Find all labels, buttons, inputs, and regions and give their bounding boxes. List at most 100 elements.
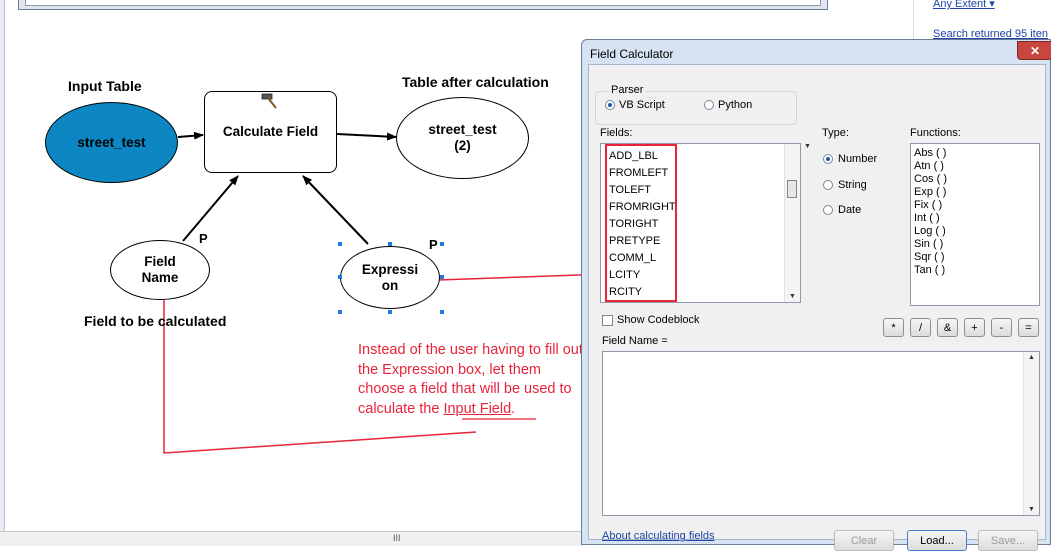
expression-label: Field Name = [602, 335, 668, 347]
search-results-panel: Any Extent ▾ Search returned 95 iten [913, 0, 1051, 40]
node-street-test-input[interactable]: street_test [45, 102, 178, 183]
fields-dropdown-icon[interactable]: ▼ [804, 143, 811, 150]
selection-handle[interactable] [388, 242, 392, 246]
radio-selected-icon[interactable] [605, 100, 615, 110]
type-option-string[interactable]: String [823, 179, 867, 191]
type-option-label: Date [838, 204, 862, 216]
node-street-test-label: street_test [77, 134, 146, 150]
functions-listbox[interactable]: Abs ( ) Atn ( ) Cos ( ) Exp ( ) Fix ( ) … [910, 143, 1040, 306]
node-expression[interactable]: Expressi on [340, 246, 440, 309]
functions-label: Functions: [910, 127, 961, 139]
horizontal-scrollbar[interactable] [0, 531, 582, 546]
label-field-to-calc: Field to be calculated [84, 313, 227, 329]
operator-minus-button[interactable]: - [991, 318, 1012, 337]
scrollbar-thumb[interactable] [787, 180, 797, 198]
load-button[interactable]: Load... [907, 530, 967, 551]
connector-input-to-tool [177, 131, 204, 140]
scroll-up-icon[interactable]: ▲ [1024, 354, 1039, 361]
parser-option-python[interactable]: Python [704, 99, 752, 111]
operator-buttons: * / & + - = [883, 318, 1039, 337]
scrollbar-grip[interactable]: III [393, 533, 401, 543]
function-item[interactable]: Sqr ( ) [914, 251, 947, 264]
expression-scrollbar[interactable]: ▲ ▼ [1023, 352, 1039, 515]
label-table-after: Table after calculation [402, 74, 549, 90]
node-field-name[interactable]: Field Name [110, 240, 210, 300]
type-option-label: String [838, 179, 867, 191]
field-calculator-dialog: Field Calculator ✕ Parser VB Script Pyth… [581, 39, 1051, 551]
node-expression-line1: Expressi [361, 261, 419, 277]
node-output-line1: street_test [428, 122, 497, 137]
operator-plus-button[interactable]: + [964, 318, 985, 337]
param-marker-expression: P [429, 237, 438, 252]
function-item[interactable]: Cos ( ) [914, 173, 947, 186]
close-button[interactable]: ✕ [1017, 41, 1051, 60]
annotation-input-field: Input Field [443, 400, 512, 417]
connector-expression-to-tool [302, 175, 369, 245]
connector-tool-to-output [336, 132, 397, 141]
show-codeblock-checkbox[interactable]: Show Codeblock [602, 314, 700, 326]
dialog-title: Field Calculator [590, 47, 674, 61]
radio-icon[interactable] [823, 180, 833, 190]
annotation-line-expression [437, 274, 582, 281]
show-codeblock-label: Show Codeblock [617, 314, 700, 326]
type-option-date[interactable]: Date [823, 204, 861, 216]
operator-multiply-button[interactable]: * [883, 318, 904, 337]
operator-equals-button[interactable]: = [1018, 318, 1039, 337]
type-label: Type: [822, 127, 849, 139]
function-item[interactable]: Log ( ) [914, 225, 947, 238]
selection-handle[interactable] [338, 310, 342, 314]
radio-icon[interactable] [823, 205, 833, 215]
node-output-line2: (2) [454, 138, 471, 153]
function-item[interactable]: Atn ( ) [914, 160, 947, 173]
annotation-period: . [511, 400, 516, 417]
connector-fieldname-to-tool [182, 175, 239, 242]
selection-handle[interactable] [440, 242, 444, 246]
parser-option-vbscript[interactable]: VB Script [605, 99, 665, 111]
parser-label: Parser [609, 84, 646, 96]
param-marker-fieldname: P [199, 231, 208, 246]
node-calculate-field-label: Calculate Field [222, 124, 319, 139]
radio-selected-icon[interactable] [823, 154, 833, 164]
dialog-body: Parser VB Script Python Fields: ADD_LBL … [588, 64, 1046, 551]
selection-handle[interactable] [338, 275, 342, 279]
scroll-down-icon[interactable]: ▼ [785, 293, 800, 300]
operator-concat-button[interactable]: & [937, 318, 958, 337]
scroll-down-icon[interactable]: ▼ [1024, 506, 1039, 513]
annotation-note: Instead of the user having to fill out t… [358, 341, 588, 419]
extent-label: Any Extent [933, 0, 987, 10]
fields-highlight-box [605, 144, 677, 302]
fields-scrollbar[interactable]: ▼ [784, 144, 800, 302]
expression-textarea[interactable]: ▲ ▼ [602, 351, 1040, 516]
node-field-name-line2: Name [141, 270, 179, 285]
selection-handle[interactable] [440, 275, 444, 279]
selection-handle[interactable] [440, 310, 444, 314]
radio-icon[interactable] [704, 100, 714, 110]
close-icon: ✕ [1029, 43, 1041, 58]
hammer-icon [261, 93, 277, 109]
label-input-table: Input Table [68, 78, 142, 94]
function-item[interactable]: Abs ( ) [914, 147, 947, 160]
node-expression-line2: on [381, 277, 399, 293]
type-option-number[interactable]: Number [823, 153, 877, 165]
selection-handle[interactable] [388, 310, 392, 314]
extent-dropdown-link[interactable]: Any Extent ▾ [933, 0, 995, 10]
function-item[interactable]: Sin ( ) [914, 238, 947, 251]
save-button[interactable]: Save... [978, 530, 1038, 551]
about-calculating-fields-link[interactable]: About calculating fields [602, 530, 715, 542]
fields-label: Fields: [600, 127, 633, 139]
type-option-label: Number [838, 153, 878, 165]
function-item[interactable]: Int ( ) [914, 212, 947, 225]
clear-button[interactable]: Clear [834, 530, 894, 551]
dropdown-arrow-icon: ▾ [986, 0, 995, 10]
function-item[interactable]: Tan ( ) [914, 264, 947, 277]
function-item[interactable]: Fix ( ) [914, 199, 947, 212]
checkbox-icon[interactable] [602, 314, 613, 326]
parser-option-label: Python [718, 99, 753, 111]
node-street-test-output[interactable]: street_test (2) [396, 97, 529, 179]
selection-handle[interactable] [338, 242, 342, 246]
parser-option-label: VB Script [619, 99, 665, 111]
operator-divide-button[interactable]: / [910, 318, 931, 337]
node-field-name-line1: Field [144, 254, 176, 269]
functions-list: Abs ( ) Atn ( ) Cos ( ) Exp ( ) Fix ( ) … [914, 147, 947, 277]
function-item[interactable]: Exp ( ) [914, 186, 947, 199]
